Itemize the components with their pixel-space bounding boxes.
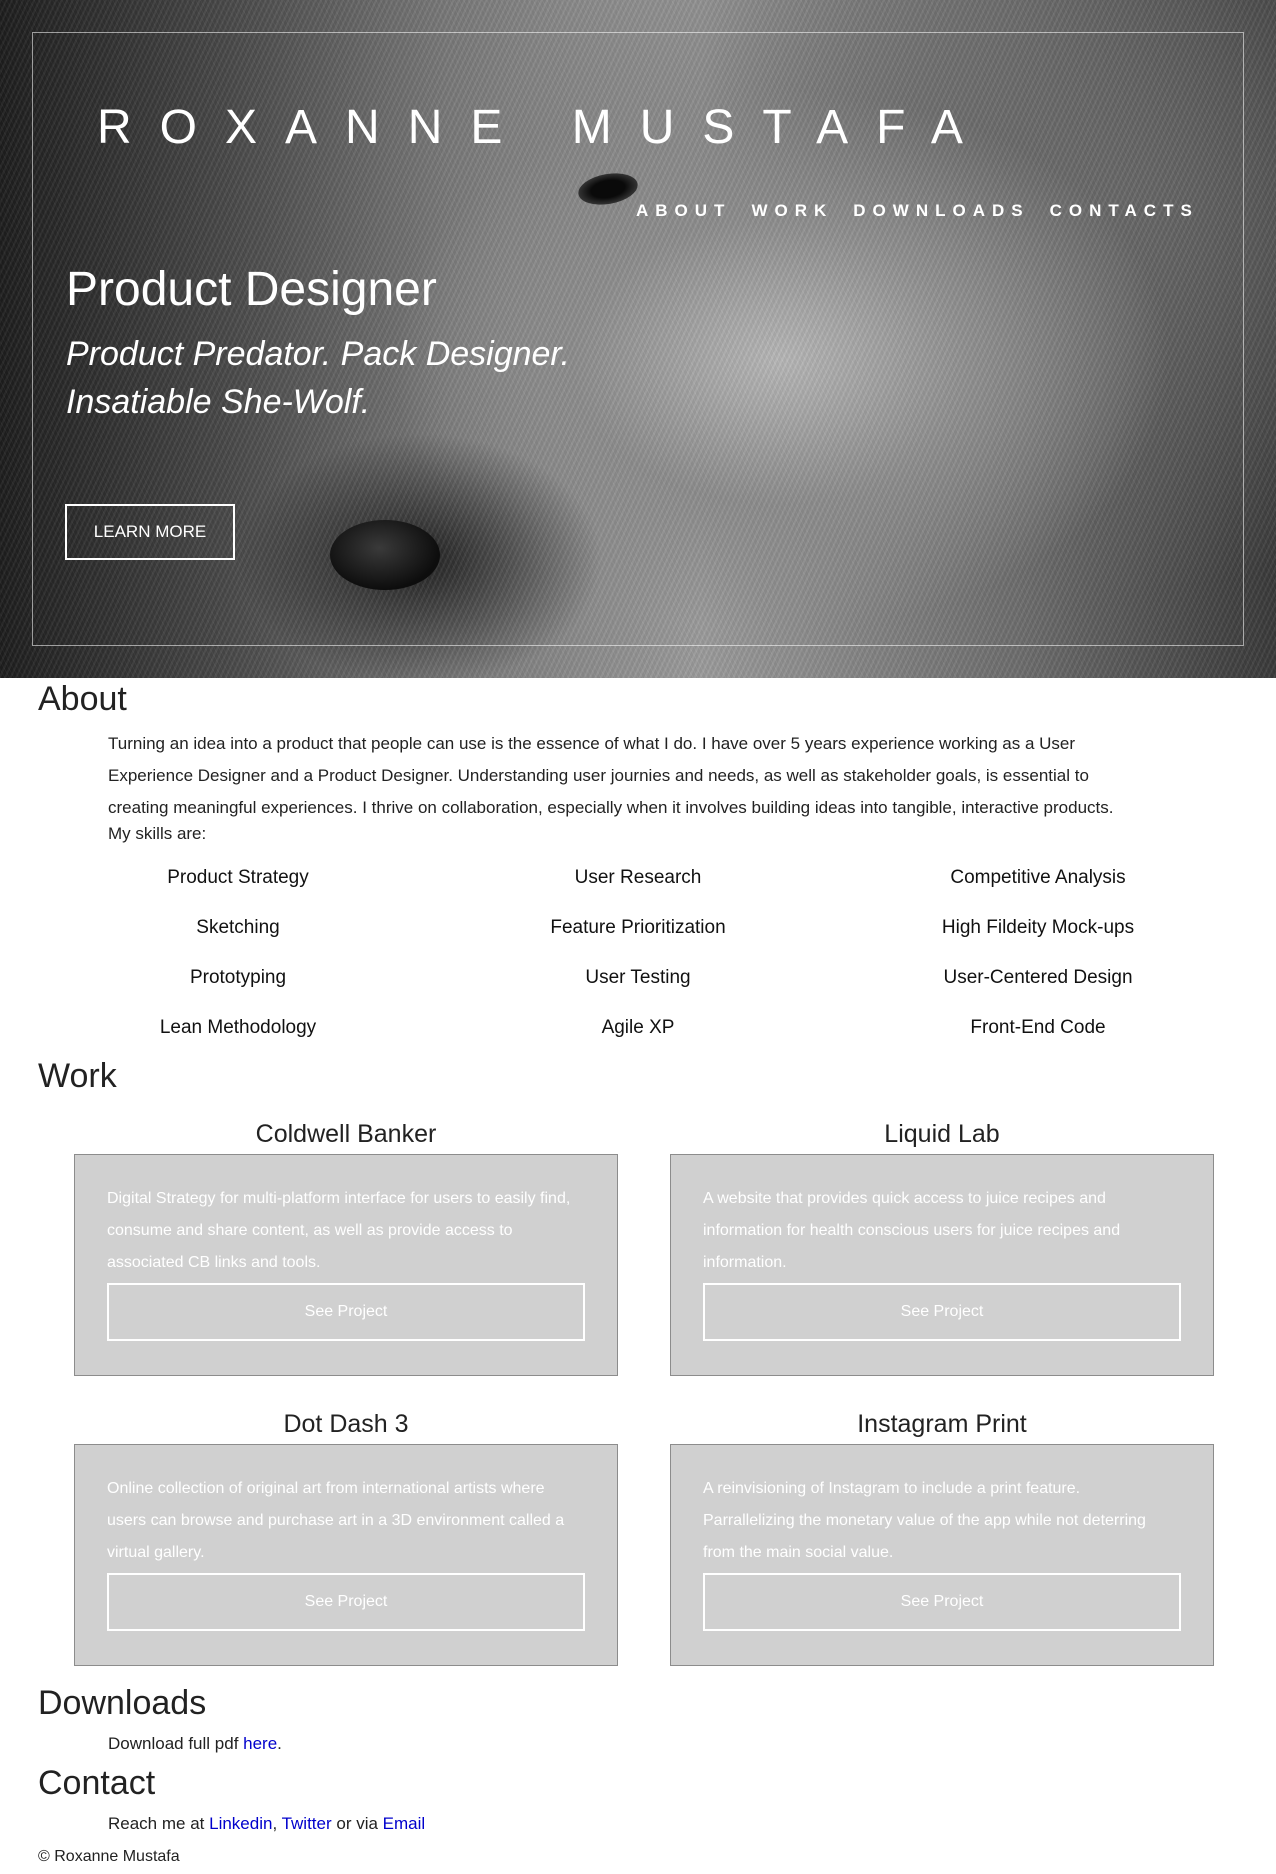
downloads-prefix: Download full pdf	[108, 1734, 244, 1753]
nav-contacts[interactable]: CONTACTS	[1050, 201, 1199, 221]
project-title: Dot Dash 3	[283, 1410, 409, 1438]
project-title: Coldwell Banker	[255, 1120, 437, 1148]
contact-text: Reach me at Linkedin, Twitter or via Ema…	[108, 1814, 425, 1834]
skill-item: Lean Methodology	[159, 1017, 317, 1038]
download-pdf-link[interactable]: here	[243, 1734, 277, 1753]
tagline-line-2: Insatiable She-Wolf.	[66, 383, 371, 421]
skill-item: Competitive Analysis	[950, 867, 1126, 888]
twitter-link[interactable]: Twitter	[282, 1814, 332, 1833]
project-card: A reinvisioning of Instagram to include …	[670, 1444, 1214, 1666]
linkedin-link[interactable]: Linkedin	[209, 1814, 272, 1833]
project-card: Online collection of original art from i…	[74, 1444, 618, 1666]
project-description: Digital Strategy for multi-platform inte…	[107, 1190, 571, 1271]
project-description: A website that provides quick access to …	[703, 1190, 1121, 1271]
hero-title: Product Designer	[66, 263, 437, 316]
skills-grid: Product Strategy User Research Competiti…	[38, 858, 1238, 1058]
skill-item: Sketching	[196, 917, 280, 938]
skill-item: Prototyping	[189, 967, 287, 988]
nav-downloads[interactable]: DOWNLOADS	[853, 201, 1029, 221]
learn-more-button[interactable]: LEARN MORE	[65, 504, 235, 560]
project-description: Online collection of original art from i…	[107, 1480, 565, 1561]
skill-item: User Research	[574, 867, 702, 888]
skills-label: My skills are:	[108, 824, 207, 843]
hero-banner: ROXANNE MUSTAFA ABOUT WORK DOWNLOADS CON…	[0, 0, 1276, 678]
project-card: Digital Strategy for multi-platform inte…	[74, 1154, 618, 1376]
email-link[interactable]: Email	[383, 1814, 426, 1833]
project-description: A reinvisioning of Instagram to include …	[703, 1480, 1146, 1561]
contact-prefix: Reach me at	[108, 1814, 210, 1833]
contact-comma: ,	[272, 1814, 282, 1833]
skill-item: Feature Prioritization	[550, 917, 726, 938]
downloads-suffix: .	[277, 1734, 282, 1753]
see-project-button[interactable]: See Project	[107, 1573, 585, 1631]
footer-copyright: © Roxanne Mustafa	[38, 1848, 180, 1865]
project-title: Liquid Lab	[884, 1120, 1000, 1148]
hero-tagline: Product Predator. Pack Designer. Insatia…	[66, 330, 626, 426]
skill-item: Agile XP	[601, 1017, 675, 1038]
about-heading: About	[38, 680, 127, 718]
downloads-heading: Downloads	[38, 1684, 207, 1722]
work-heading: Work	[38, 1057, 117, 1095]
skill-item: Product Strategy	[167, 867, 309, 888]
nav-about[interactable]: ABOUT	[636, 201, 731, 221]
see-project-button[interactable]: See Project	[703, 1283, 1181, 1341]
skill-item: User Testing	[585, 967, 691, 988]
skill-item: User-Centered Design	[943, 967, 1133, 988]
tagline-line-1: Product Predator. Pack Designer.	[66, 335, 570, 373]
contact-heading: Contact	[38, 1764, 156, 1802]
site-brand: ROXANNE MUSTAFA	[97, 101, 991, 154]
contact-middle: or via	[331, 1814, 383, 1833]
skill-item: Front-End Code	[970, 1017, 1106, 1038]
downloads-text: Download full pdf here.	[108, 1734, 282, 1754]
about-paragraph: Turning an idea into a product that peop…	[108, 734, 1114, 817]
nav-work[interactable]: WORK	[751, 201, 833, 221]
see-project-button[interactable]: See Project	[107, 1283, 585, 1341]
top-nav: ABOUT WORK DOWNLOADS CONTACTS	[636, 201, 1199, 221]
project-title: Instagram Print	[857, 1410, 1027, 1438]
skill-item: High Fildeity Mock-ups	[941, 917, 1135, 938]
see-project-button[interactable]: See Project	[703, 1573, 1181, 1631]
project-card: A website that provides quick access to …	[670, 1154, 1214, 1376]
